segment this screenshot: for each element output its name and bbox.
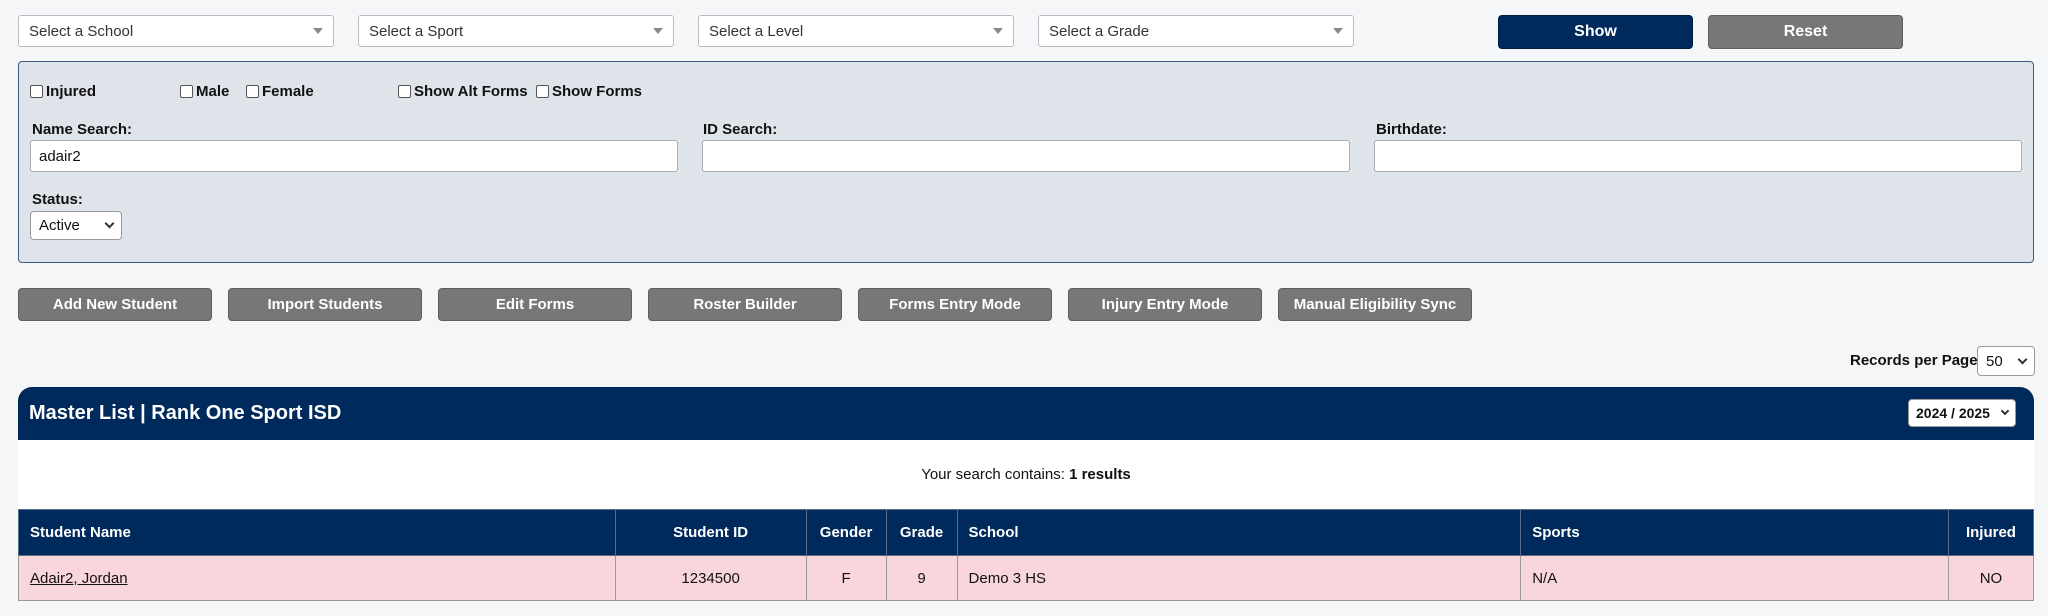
injured-checkbox[interactable]: Injured (30, 83, 96, 100)
school-select[interactable]: Select a School (18, 15, 334, 47)
column-header-grade[interactable]: Grade (885, 509, 958, 556)
level-select-value: Select a Level (709, 22, 804, 40)
master-list-title: Master List | Rank One Sport ISD (29, 402, 342, 424)
master-list-header: Master List | Rank One Sport ISD 2024 / … (18, 387, 2034, 440)
female-checkbox[interactable]: Female (246, 83, 314, 100)
grade-select-value: Select a Grade (1049, 22, 1150, 40)
school-cell: Demo 3 HS (956, 555, 1522, 601)
student-table: Student Name Student ID Gender Grade Sch… (18, 509, 2035, 601)
status-select-value: Active (39, 217, 80, 234)
id-search-label: ID Search: (703, 121, 778, 138)
caret-down-icon (1333, 28, 1343, 34)
column-header-student-name[interactable]: Student Name (18, 509, 616, 556)
show-button[interactable]: Show (1498, 15, 1693, 49)
results-prefix: Your search contains: (921, 466, 1065, 483)
caret-down-icon (993, 28, 1003, 34)
status-label: Status: (32, 191, 83, 208)
grade-cell: 9 (885, 555, 958, 601)
female-checkbox-label: Female (262, 83, 314, 100)
show-forms-checkbox[interactable]: Show Forms (536, 83, 642, 100)
forms-entry-mode-button[interactable]: Forms Entry Mode (858, 288, 1052, 321)
column-header-sports[interactable]: Sports (1520, 509, 1949, 556)
injured-cell: NO (1947, 555, 2035, 601)
male-checkbox-label: Male (196, 83, 230, 100)
checkbox-icon (30, 85, 43, 98)
table-row: Adair2, Jordan 1234500 F 9 Demo 3 HS N/A… (18, 555, 2035, 601)
sport-select[interactable]: Select a Sport (358, 15, 674, 47)
add-new-student-button[interactable]: Add New Student (18, 288, 212, 321)
name-search-input[interactable]: adair2 (30, 140, 678, 172)
name-search-label: Name Search: (32, 121, 133, 138)
birthdate-input[interactable] (1374, 140, 2022, 172)
school-select-value: Select a School (29, 22, 134, 40)
season-year-value: 2024 / 2025 (1916, 405, 1990, 421)
column-header-injured[interactable]: Injured (1947, 509, 2035, 556)
grade-select[interactable]: Select a Grade (1038, 15, 1354, 47)
checkbox-icon (246, 85, 259, 98)
student-name-link[interactable]: Adair2, Jordan (30, 570, 128, 587)
student-id-cell: 1234500 (614, 555, 807, 601)
caret-down-icon (653, 28, 663, 34)
male-checkbox[interactable]: Male (180, 83, 229, 100)
caret-down-icon (313, 28, 323, 34)
show-alt-forms-label: Show Alt Forms (414, 83, 528, 100)
status-select[interactable]: Active (30, 211, 122, 240)
roster-builder-button[interactable]: Roster Builder (648, 288, 842, 321)
checkbox-icon (180, 85, 193, 98)
results-count: 1 results (1069, 466, 1131, 483)
search-results-summary: Your search contains: 1 results (18, 440, 2034, 509)
manual-eligibility-sync-button[interactable]: Manual Eligibility Sync (1278, 288, 1472, 321)
chevron-down-icon (104, 218, 115, 229)
records-per-page-label: Records per Page: (1850, 352, 1983, 369)
column-header-school[interactable]: School (956, 509, 1522, 556)
sports-cell: N/A (1520, 555, 1949, 601)
column-header-student-id[interactable]: Student ID (614, 509, 807, 556)
sport-select-value: Select a Sport (369, 22, 464, 40)
checkbox-icon (398, 85, 411, 98)
level-select[interactable]: Select a Level (698, 15, 1014, 47)
injured-checkbox-label: Injured (46, 83, 97, 100)
id-search-input[interactable] (702, 140, 1350, 172)
edit-forms-button[interactable]: Edit Forms (438, 288, 632, 321)
show-alt-forms-checkbox[interactable]: Show Alt Forms (398, 83, 528, 100)
student-name-cell: Adair2, Jordan (18, 555, 616, 601)
chevron-down-icon (2017, 354, 2028, 364)
column-header-gender[interactable]: Gender (805, 509, 887, 556)
import-students-button[interactable]: Import Students (228, 288, 422, 321)
records-per-page-select[interactable]: 50 (1977, 346, 2035, 376)
show-forms-label: Show Forms (552, 83, 643, 100)
chevron-down-icon (2000, 406, 2010, 416)
birthdate-label: Birthdate: (1376, 121, 1447, 138)
injury-entry-mode-button[interactable]: Injury Entry Mode (1068, 288, 1262, 321)
records-per-page-value: 50 (1986, 352, 2003, 370)
gender-cell: F (805, 555, 887, 601)
table-header-row: Student Name Student ID Gender Grade Sch… (18, 509, 2035, 556)
season-year-select[interactable]: 2024 / 2025 (1908, 399, 2016, 427)
checkbox-icon (536, 85, 549, 98)
reset-button[interactable]: Reset (1708, 15, 1903, 49)
